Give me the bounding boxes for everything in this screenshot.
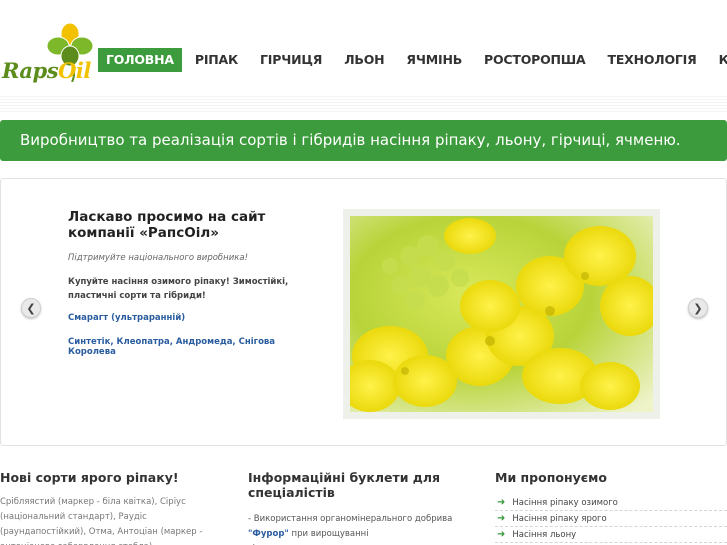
offer-item-winter-rapeseed[interactable]: ➜ Насіння ріпаку озимого <box>495 495 727 511</box>
header-divider <box>0 96 727 114</box>
nav-item-barley[interactable]: ЯЧМІНЬ <box>397 48 471 72</box>
offers-title: Ми пропонуємо <box>495 470 607 485</box>
slide-title: Ласкаво просимо на сайт компанії «РапсОі… <box>68 209 266 241</box>
booklets-section: Інформаційні буклети для спеціалістів - … <box>248 470 458 545</box>
nav-item-contacts[interactable]: КОНТАКТИ <box>710 48 727 72</box>
arrow-right-icon: ➜ <box>497 529 506 540</box>
slogan-banner: Виробництво та реалізація сортів і гібри… <box>0 120 727 161</box>
booklets-title: Інформаційні буклети для спеціалістів <box>248 470 441 500</box>
offers-section: Ми пропонуємо ➜ Насіння ріпаку озимого ➜ Н… <box>495 470 727 543</box>
slide-paragraph: Купуйте насіння озимого ріпаку! Зимостій… <box>68 277 289 301</box>
slide-link-smarag[interactable]: Смарагт (ультраранній) <box>68 313 318 323</box>
chevron-right-icon: ❯ <box>693 301 703 315</box>
slider-prev-button[interactable]: ❮ <box>21 298 41 318</box>
page: RapsOil ГОЛОВНА РІПАК ГІРЧИЦЯ ЛЬОН ЯЧМІН… <box>0 0 727 545</box>
nav-item-technology[interactable]: ТЕХНОЛОГІЯ <box>599 48 706 72</box>
nav-item-home[interactable]: ГОЛОВНА <box>98 48 182 72</box>
new-varieties-text: Срібляястий (маркер - біла квітка), Сірі… <box>0 497 203 545</box>
slide-subtitle: Підтримуйте національного виробника! <box>68 253 249 263</box>
header: RapsOil ГОЛОВНА РІПАК ГІРЧИЦЯ ЛЬОН ЯЧМІН… <box>0 0 727 96</box>
nav-item-rapeseed[interactable]: РІПАК <box>186 48 247 72</box>
nav-item-flax[interactable]: ЛЬОН <box>335 48 393 72</box>
chevron-left-icon: ❮ <box>26 301 36 315</box>
arrow-right-icon: ➜ <box>497 497 506 508</box>
booklet-item[interactable]: - Використання органомінерального добрив… <box>248 512 458 545</box>
logo-text: RapsOil <box>2 58 91 83</box>
slider-next-button[interactable]: ❯ <box>688 298 708 318</box>
hero-slider: ❮ Ласкаво просимо на сайт компанії «Рапс… <box>0 178 727 446</box>
nav-item-mustard[interactable]: ГІРЧИЦЯ <box>251 48 331 72</box>
offers-list: ➜ Насіння ріпаку озимого ➜ Насіння ріпаку … <box>495 495 727 543</box>
nav-item-milk-thistle[interactable]: РОСТОРОПША <box>475 48 594 72</box>
offer-item-spring-rapeseed[interactable]: ➜ Насіння ріпаку ярого <box>495 511 727 527</box>
slide-image <box>343 209 660 419</box>
arrow-right-icon: ➜ <box>497 513 506 524</box>
new-varieties-title: Нові сорти ярого ріпаку! <box>0 470 179 485</box>
slide-link-varieties[interactable]: Синтетік, Клеопатра, Андромеда, Снігова … <box>68 337 318 357</box>
logo[interactable]: RapsOil <box>0 20 98 83</box>
slide-content: Ласкаво просимо на сайт компанії «РапсОі… <box>68 209 318 357</box>
new-varieties-section: Нові сорти ярого ріпаку! Срібляястий (ма… <box>0 470 228 545</box>
offer-item-flax[interactable]: ➜ Насіння льону <box>495 527 727 543</box>
main-nav: ГОЛОВНА РІПАК ГІРЧИЦЯ ЛЬОН ЯЧМІНЬ РОСТОР… <box>98 48 727 72</box>
rapeseed-flower-photo <box>350 216 653 412</box>
